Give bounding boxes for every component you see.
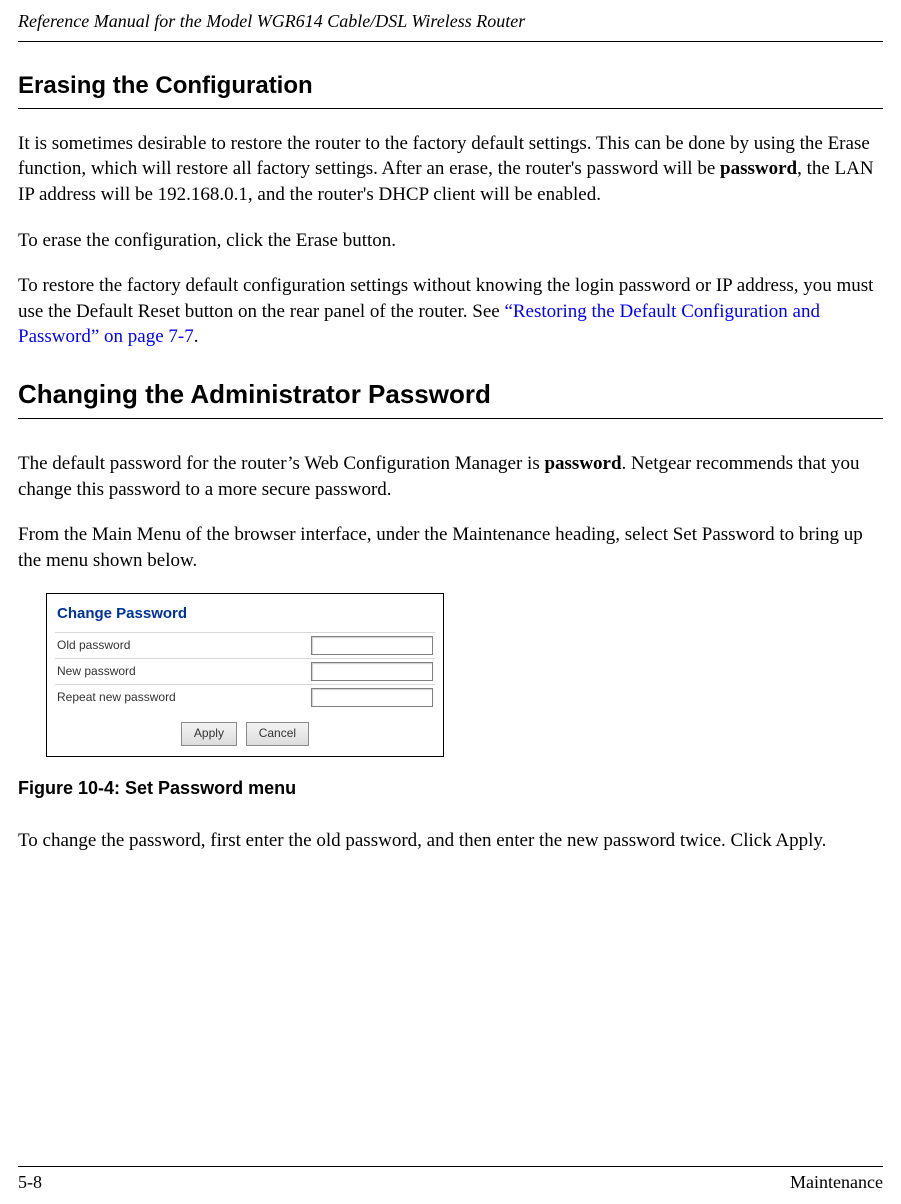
input-new-password[interactable] [311,662,433,681]
section-heading-changing-password: Changing the Administrator Password [18,378,883,412]
bold-term-password: password [720,158,797,179]
label-repeat-password: Repeat new password [57,690,311,706]
label-new-password: New password [57,664,311,680]
body-paragraph: It is sometimes desirable to restore the… [18,131,883,208]
header-rule [18,41,883,42]
body-paragraph: From the Main Menu of the browser interf… [18,522,883,573]
body-paragraph: The default password for the router’s We… [18,451,883,502]
input-old-password[interactable] [311,636,433,655]
cancel-button[interactable]: Cancel [246,722,309,746]
input-repeat-password[interactable] [311,688,433,707]
page-header: Reference Manual for the Model WGR614 Ca… [18,0,883,41]
form-row-repeat-password: Repeat new password [55,684,435,710]
apply-button[interactable]: Apply [181,722,237,746]
figure-container: Change Password Old password New passwor… [46,593,883,756]
body-paragraph: To change the password, first enter the … [18,828,883,854]
text: . [194,326,199,347]
bold-term-password: password [544,453,621,474]
form-row-old-password: Old password [55,632,435,658]
panel-title: Change Password [55,600,435,632]
footer-page-number: 5-8 [18,1171,42,1194]
body-paragraph: To erase the configuration, click the Er… [18,228,883,254]
button-row: Apply Cancel [55,710,435,746]
text: The default password for the router’s We… [18,453,544,474]
section-heading-erasing: Erasing the Configuration [18,70,883,101]
body-paragraph: To restore the factory default configura… [18,273,883,350]
form-row-new-password: New password [55,658,435,684]
footer-rule [18,1166,883,1167]
section-rule [18,108,883,109]
footer-section-name: Maintenance [790,1171,883,1194]
section-rule [18,418,883,419]
figure-caption: Figure 10-4: Set Password menu [18,777,883,800]
label-old-password: Old password [57,638,311,654]
change-password-panel: Change Password Old password New passwor… [46,593,444,756]
page-footer: 5-8 Maintenance [18,1166,883,1194]
